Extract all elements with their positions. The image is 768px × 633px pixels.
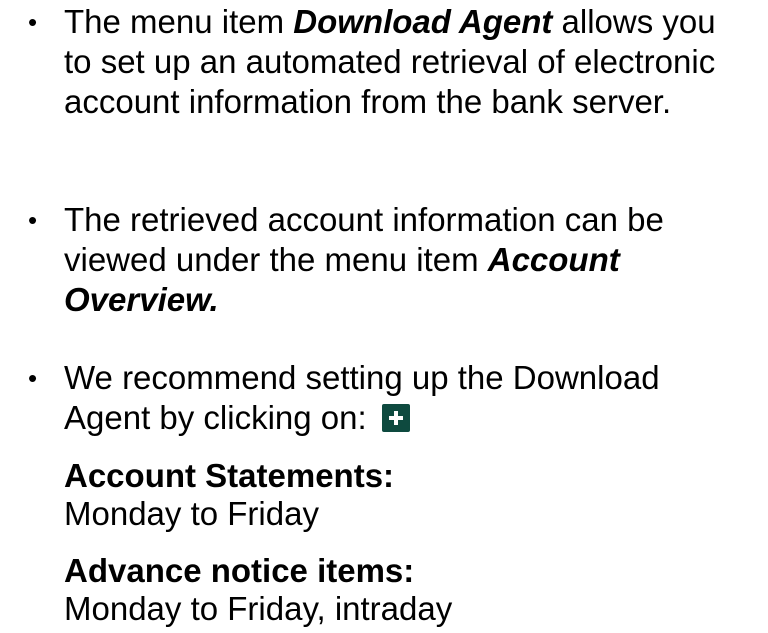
schedule-heading: Account Statements: (64, 457, 395, 494)
bullet-dot: • (28, 7, 38, 37)
bullet-text: The retrieved account information can be… (64, 201, 664, 318)
bullet-text: We recommend setting up the Download Age… (64, 359, 660, 436)
schedule-value: Monday to Friday, intraday (64, 590, 453, 627)
schedule-value: Monday to Friday (64, 495, 319, 532)
slide: • The menu item Download Agent allows yo… (0, 0, 768, 633)
bullet-dot: • (28, 363, 38, 393)
add-download-agent-button[interactable] (381, 404, 410, 432)
schedule-advance-notice: Advance notice items: Monday to Friday, … (64, 552, 744, 628)
bullet-text: The menu item Download Agent allows you … (64, 3, 716, 120)
schedule-account-statements: Account Statements: Monday to Friday (64, 457, 744, 533)
plus-icon (388, 411, 403, 425)
schedule-heading: Advance notice items: (64, 552, 415, 589)
bullet-dot: • (28, 205, 38, 235)
menu-item-download-agent: Download Agent (293, 3, 553, 40)
